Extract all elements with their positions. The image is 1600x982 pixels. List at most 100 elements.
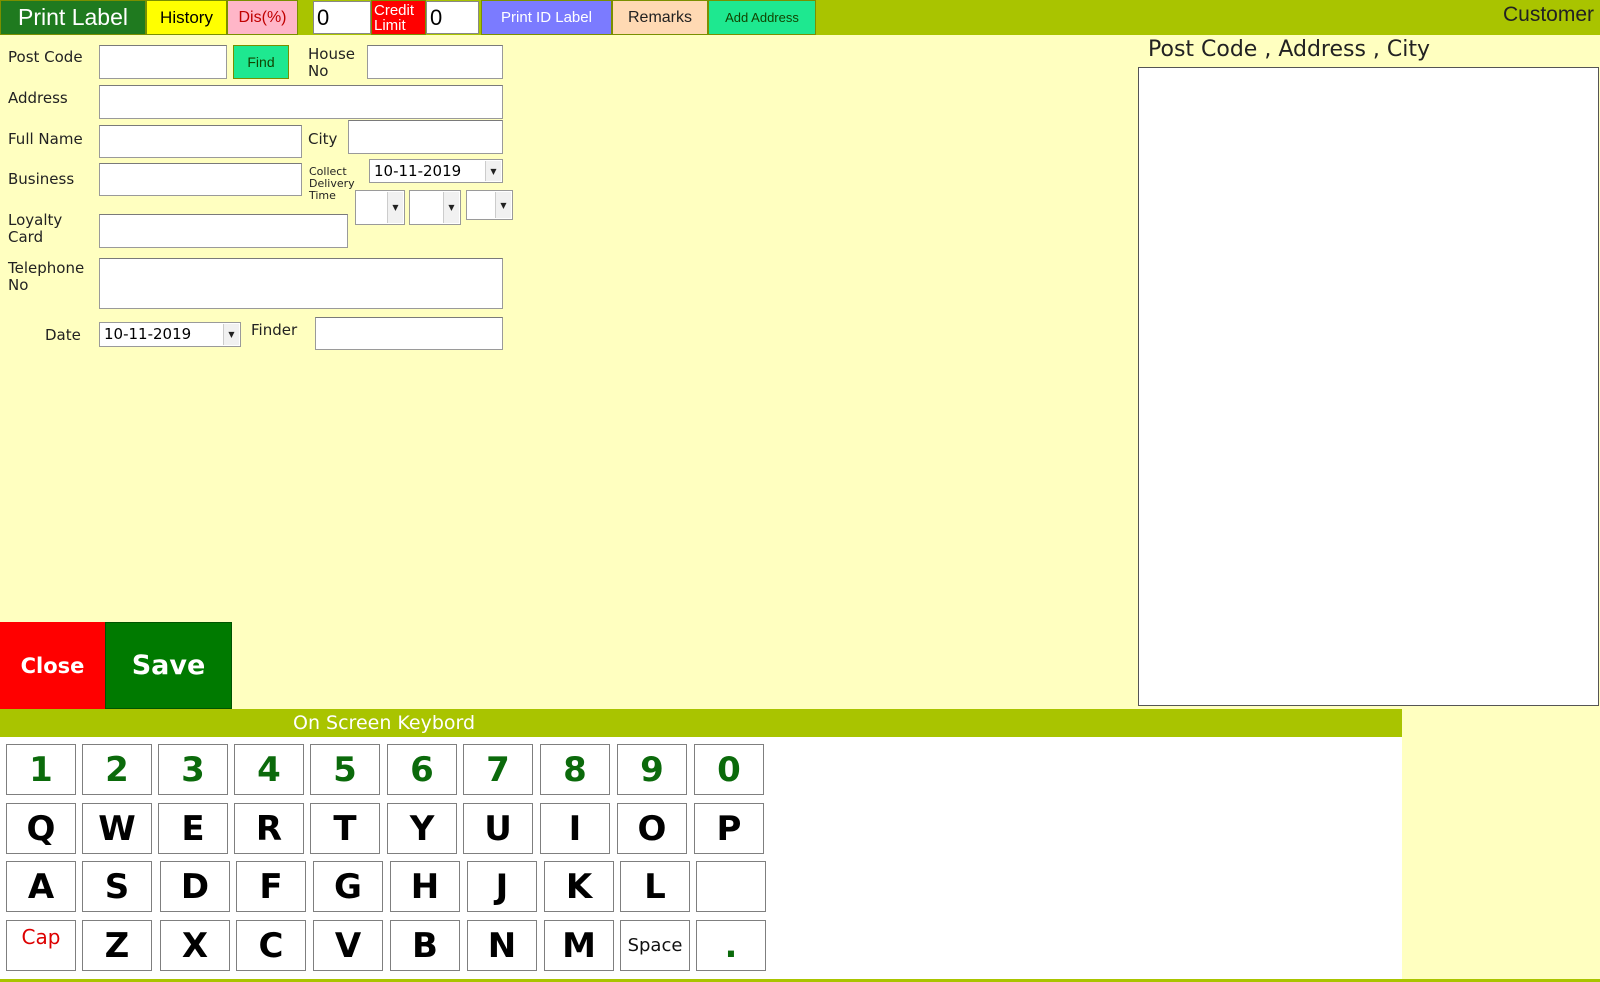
key-o[interactable]: O: [617, 803, 687, 854]
keyboard-title-bar: On Screen Keybord: [0, 709, 1402, 737]
address-panel-title: Post Code , Address , City: [1148, 37, 1431, 62]
key-p[interactable]: P: [694, 803, 764, 854]
discount-value-field[interactable]: 0: [313, 1, 371, 34]
key-n[interactable]: N: [467, 920, 537, 971]
key-dot[interactable]: .: [696, 920, 766, 971]
print-label-button[interactable]: Print Label: [0, 0, 146, 35]
key-9[interactable]: 9: [617, 744, 687, 795]
key-f[interactable]: F: [236, 861, 306, 912]
find-button[interactable]: Find: [233, 45, 289, 79]
key-3[interactable]: 3: [158, 744, 228, 795]
chevron-down-icon: ▼: [223, 324, 239, 345]
date-label: Date: [45, 326, 81, 344]
chevron-down-icon: ▼: [495, 192, 511, 218]
on-screen-keyboard: 1 2 3 4 5 6 7 8 9 0 Q W E R T Y U I O P …: [0, 737, 1402, 979]
key-e[interactable]: E: [158, 803, 228, 854]
key-blank[interactable]: [696, 861, 766, 912]
collect-delivery-time-label: Collect Delivery Time: [309, 165, 355, 202]
key-g[interactable]: G: [313, 861, 383, 912]
key-q[interactable]: Q: [6, 803, 76, 854]
address-results-list[interactable]: [1138, 67, 1599, 706]
key-t[interactable]: T: [310, 803, 380, 854]
key-a[interactable]: A: [6, 861, 76, 912]
key-i[interactable]: I: [540, 803, 610, 854]
key-y[interactable]: Y: [387, 803, 457, 854]
key-6[interactable]: 6: [387, 744, 457, 795]
close-button[interactable]: Close: [0, 622, 105, 709]
finder-label: Finder: [251, 321, 298, 339]
key-x[interactable]: X: [160, 920, 230, 971]
find-text: Find: [247, 54, 275, 70]
address-input[interactable]: [99, 85, 503, 119]
save-text: Save: [131, 650, 206, 681]
hour-select[interactable]: ▼: [355, 190, 405, 225]
key-cap[interactable]: Cap: [6, 920, 76, 971]
collect-date-value: 10-11-2019: [374, 162, 462, 180]
key-d[interactable]: D: [160, 861, 230, 912]
key-b[interactable]: B: [390, 920, 460, 971]
key-7[interactable]: 7: [463, 744, 533, 795]
save-button[interactable]: Save: [105, 622, 232, 709]
key-k[interactable]: K: [544, 861, 614, 912]
key-u[interactable]: U: [463, 803, 533, 854]
key-v[interactable]: V: [313, 920, 383, 971]
print-id-label-button[interactable]: Print ID Label: [481, 0, 612, 35]
full-name-input[interactable]: [99, 125, 302, 158]
add-address-text: Add Address: [725, 10, 799, 25]
close-text: Close: [20, 653, 85, 678]
key-s[interactable]: S: [82, 861, 152, 912]
key-l[interactable]: L: [620, 861, 690, 912]
date-value: 10-11-2019: [104, 325, 192, 343]
key-1[interactable]: 1: [6, 744, 76, 795]
key-m[interactable]: M: [544, 920, 614, 971]
key-4[interactable]: 4: [234, 744, 304, 795]
date-select[interactable]: 10-11-2019 ▼: [99, 322, 241, 347]
print-label-text: Print Label: [18, 4, 128, 30]
key-w[interactable]: W: [82, 803, 152, 854]
key-space[interactable]: Space: [620, 920, 690, 971]
history-button[interactable]: History: [146, 0, 227, 35]
key-j[interactable]: J: [467, 861, 537, 912]
key-z[interactable]: Z: [82, 920, 152, 971]
print-id-label-text: Print ID Label: [501, 9, 592, 26]
city-label: City: [308, 130, 338, 148]
key-5[interactable]: 5: [310, 744, 380, 795]
post-code-label: Post Code: [8, 48, 83, 66]
loyalty-card-input[interactable]: [99, 214, 348, 248]
city-input[interactable]: [348, 120, 503, 154]
house-no-label: House No: [308, 45, 356, 80]
address-label: Address: [8, 89, 68, 107]
discount-text: Dis(%): [238, 8, 287, 26]
credit-limit-value-field[interactable]: 0: [426, 1, 479, 34]
discount-button[interactable]: Dis(%): [227, 0, 298, 35]
key-2[interactable]: 2: [82, 744, 152, 795]
top-toolbar: Print Label History Dis(%) 0 Credit Limi…: [0, 0, 1600, 35]
key-8[interactable]: 8: [540, 744, 610, 795]
customer-title: Customer: [1502, 3, 1594, 26]
business-label: Business: [8, 170, 75, 188]
credit-limit-button[interactable]: Credit Limit: [371, 0, 426, 35]
key-0[interactable]: 0: [694, 744, 764, 795]
post-code-input[interactable]: [99, 45, 227, 79]
add-address-button[interactable]: Add Address: [708, 0, 816, 35]
chevron-down-icon: ▼: [387, 192, 403, 223]
remarks-button[interactable]: Remarks: [612, 0, 708, 35]
keyboard-title: On Screen Keybord: [293, 712, 476, 734]
credit-limit-text: Credit Limit: [374, 1, 415, 34]
business-input[interactable]: [99, 163, 302, 196]
chevron-down-icon: ▼: [443, 192, 459, 223]
minute-select[interactable]: ▼: [409, 190, 461, 225]
house-no-input[interactable]: [367, 45, 503, 79]
telephone-label: Telephone No: [8, 259, 85, 294]
loyalty-card-label: Loyalty Card: [8, 211, 63, 246]
collect-date-select[interactable]: 10-11-2019 ▼: [369, 159, 503, 183]
key-r[interactable]: R: [234, 803, 304, 854]
ampm-select[interactable]: ▼: [466, 190, 513, 220]
finder-input[interactable]: [315, 317, 503, 350]
key-h[interactable]: H: [390, 861, 460, 912]
history-text: History: [160, 7, 213, 27]
telephone-input[interactable]: [99, 258, 503, 309]
chevron-down-icon: ▼: [485, 161, 501, 181]
remarks-text: Remarks: [627, 8, 692, 26]
key-c[interactable]: C: [236, 920, 306, 971]
